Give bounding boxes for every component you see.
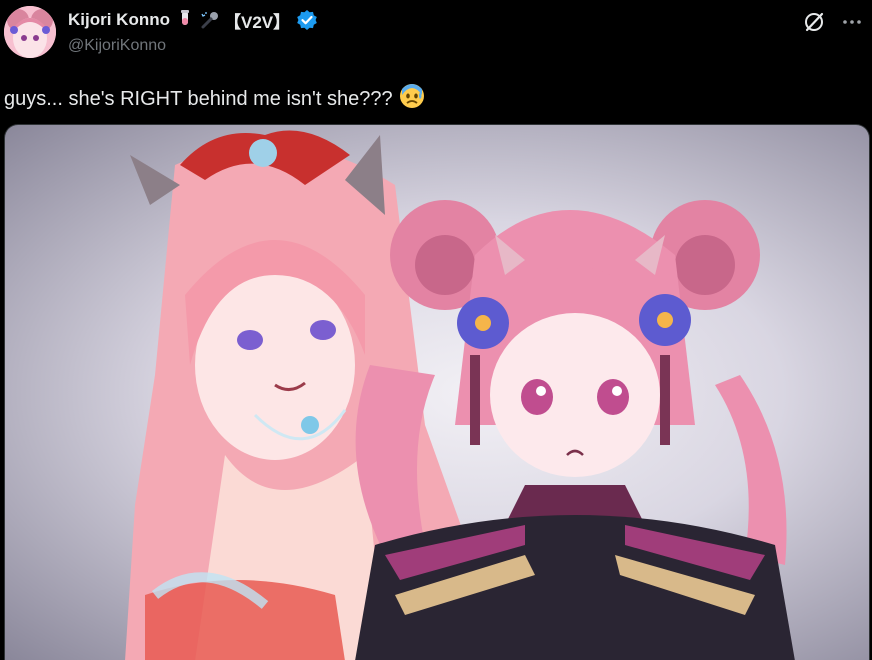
tweet-image[interactable] xyxy=(4,124,870,660)
verified-badge-icon xyxy=(296,9,318,31)
avatar[interactable] xyxy=(4,6,56,58)
more-icon[interactable] xyxy=(840,10,864,34)
anxious-face-emoji-icon xyxy=(399,83,425,115)
tweet-text: guys... she's RIGHT behind me isn't she?… xyxy=(4,87,393,110)
author-display-name[interactable]: Kijori Konno xyxy=(68,10,170,30)
microphone-emoji-icon xyxy=(200,10,218,30)
author-tag: 【V2V】 xyxy=(223,12,291,32)
tube-emoji-icon xyxy=(176,10,194,30)
tweet-actions-top xyxy=(802,10,864,34)
tweet-text-row: guys... she's RIGHT behind me isn't she?… xyxy=(4,83,425,115)
grok-icon[interactable] xyxy=(802,10,826,34)
flower-hairpin-right xyxy=(639,294,691,346)
flower-hairpin-left xyxy=(457,297,509,349)
tweet-card: Kijori Konno 【V2V】 @KijoriKonno guys... … xyxy=(0,0,872,660)
author-handle[interactable]: @KijoriKonno xyxy=(68,37,166,55)
author-name-row: Kijori Konno 【V2V】 xyxy=(68,9,318,32)
